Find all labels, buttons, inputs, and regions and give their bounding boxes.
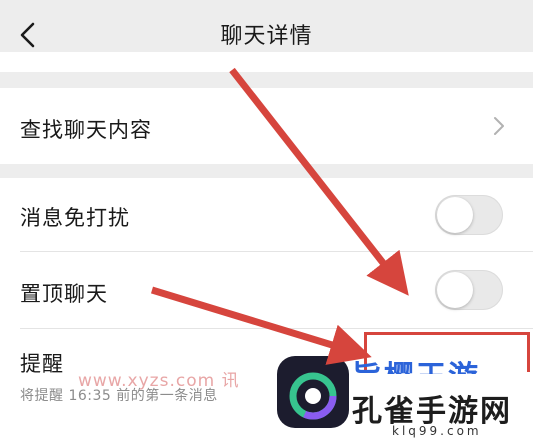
search-chat-label: 查找聊天内容 — [20, 118, 152, 142]
divider — [20, 251, 533, 252]
watermark-logo-top: 旨樱王游 — [352, 352, 480, 374]
logo-icon — [277, 356, 349, 428]
sticky-toggle[interactable] — [435, 270, 503, 310]
reminder-label[interactable]: 提醒 — [20, 348, 64, 378]
toggle-knob — [437, 272, 473, 308]
top-cell-fragment — [0, 52, 533, 72]
search-chat-cell[interactable]: 查找聊天内容 — [0, 88, 533, 164]
mute-toggle[interactable] — [435, 195, 503, 235]
sticky-label: 置顶聊天 — [20, 282, 108, 306]
chevron-right-icon — [494, 117, 504, 135]
mute-label: 消息免打扰 — [20, 206, 130, 230]
page-title: 聊天详情 — [220, 24, 313, 49]
watermark-domain: klq99.com — [392, 424, 482, 438]
toggle-knob — [437, 197, 473, 233]
watermark-url: www.xyzs.com 讯 — [78, 371, 240, 391]
divider — [20, 328, 533, 329]
